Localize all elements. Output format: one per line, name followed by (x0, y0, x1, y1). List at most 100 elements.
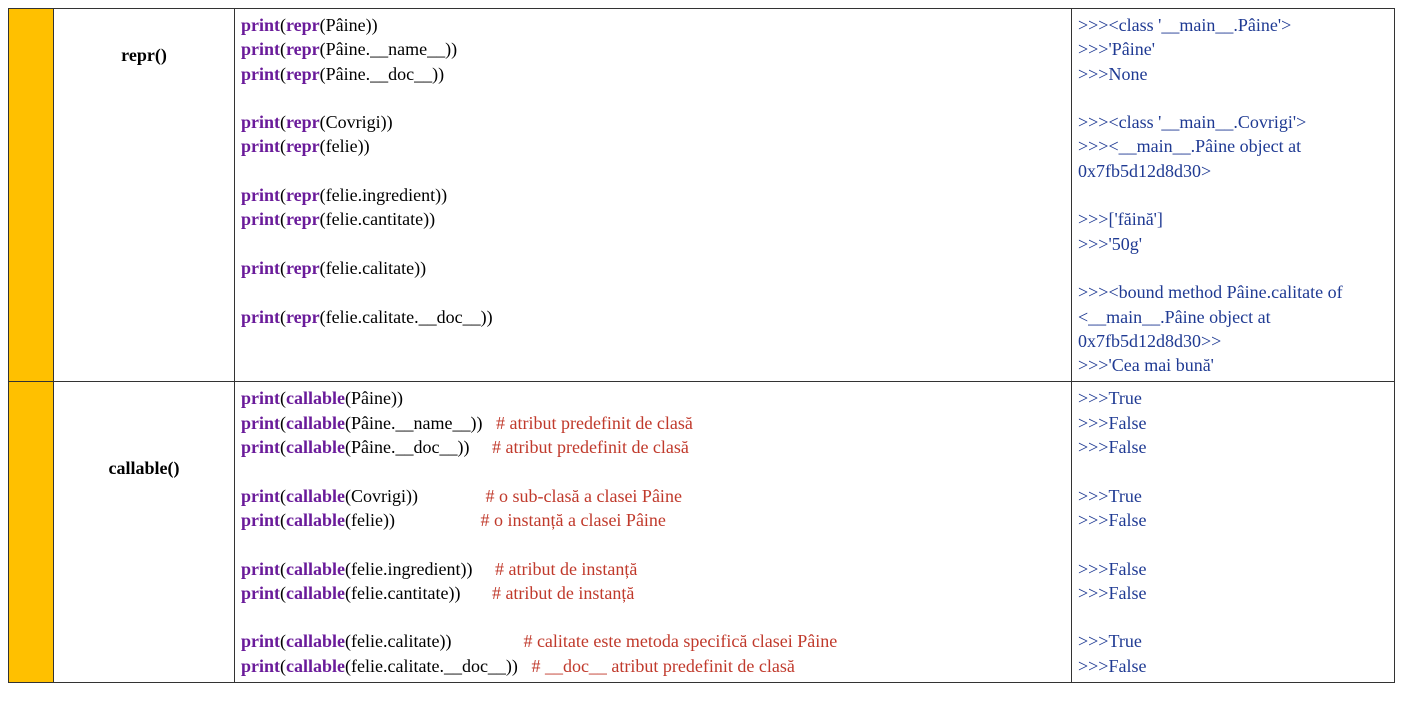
code-line (1078, 459, 1388, 483)
keyword-token: print (241, 112, 280, 132)
text-token: (Pâine.__doc__)) (320, 64, 444, 84)
output-token: >>> (1078, 209, 1108, 229)
code-line: print(repr(felie)) (241, 134, 1065, 158)
output-token: True (1108, 388, 1141, 408)
code-line: print(callable(Pâine)) (241, 386, 1065, 410)
keyword-token: repr (286, 209, 320, 229)
keyword-token: repr (286, 112, 320, 132)
function-label: repr() (54, 9, 235, 382)
code-line: print(callable(Pâine.__doc__)) # atribut… (241, 435, 1065, 459)
keyword-token: repr (286, 136, 320, 156)
keyword-token: print (241, 39, 280, 59)
output-token: <__main__.Pâine object at 0x7fb5d12d8d30… (1078, 136, 1306, 180)
code-line: print(repr(felie.calitate)) (241, 256, 1065, 280)
text-token: (felie.calitate)) (320, 258, 426, 278)
code-line: >>><bound method Pâine.calitate of <__ma… (1078, 280, 1388, 353)
text-token: (Pâine.__doc__)) (345, 437, 492, 457)
comment-token: # o instanță a clasei Pâine (480, 510, 665, 530)
output-token: >>> (1078, 39, 1108, 59)
output-token: >>> (1078, 510, 1108, 530)
output-cell: >>><class '__main__.Pâine'>>>>'Pâine'>>>… (1072, 9, 1395, 382)
output-token: >>> (1078, 388, 1108, 408)
text-token: (felie)) (345, 510, 480, 530)
code-line: print(callable(felie.calitate)) # calita… (241, 629, 1065, 653)
text-token: (Pâine)) (345, 388, 403, 408)
keyword-token: print (241, 388, 280, 408)
comment-token: # calitate este metoda specifică clasei … (523, 631, 837, 651)
code-cell: print(callable(Pâine)) print(callable(Pâi… (235, 382, 1072, 683)
output-token: >>> (1078, 64, 1108, 84)
code-cell: print(repr(Pâine))print(repr(Pâine.__nam… (235, 9, 1072, 382)
keyword-token: print (241, 258, 280, 278)
code-line: >>>False (1078, 557, 1388, 581)
output-token: False (1108, 656, 1146, 676)
output-token: >>> (1078, 15, 1108, 35)
text-token: (felie.ingredient)) (345, 559, 495, 579)
keyword-token: print (241, 15, 280, 35)
keyword-token: callable (286, 388, 345, 408)
output-token: True (1108, 486, 1141, 506)
keyword-token: print (241, 486, 280, 506)
function-label: callable() (54, 382, 235, 683)
comment-token: # atribut de instanță (495, 559, 637, 579)
code-line: >>>True (1078, 484, 1388, 508)
keyword-token: print (241, 64, 280, 84)
code-line: >>>'Pâine' (1078, 37, 1388, 61)
keyword-token: repr (286, 307, 320, 327)
code-line: print(callable(felie.calitate.__doc__)) … (241, 654, 1065, 678)
output-token: <bound method Pâine.calitate of <__main_… (1078, 282, 1347, 351)
keyword-token: print (241, 631, 280, 651)
output-token: '50g' (1108, 234, 1142, 254)
output-token: >>> (1078, 559, 1108, 579)
output-token: >>> (1078, 136, 1108, 156)
output-token: >>> (1078, 437, 1108, 457)
text-token: (felie.calitate.__doc__)) (345, 656, 531, 676)
output-token: False (1108, 583, 1146, 603)
output-token: False (1108, 559, 1146, 579)
comment-token: # __doc__ atribut predefinit de clasă (531, 656, 794, 676)
output-token: >>> (1078, 486, 1108, 506)
code-line: >>>False (1078, 654, 1388, 678)
output-token: >>> (1078, 631, 1108, 651)
code-line: >>>['făină'] (1078, 207, 1388, 231)
keyword-token: print (241, 656, 280, 676)
keyword-token: repr (286, 39, 320, 59)
code-line: >>><class '__main__.Pâine'> (1078, 13, 1388, 37)
keyword-token: print (241, 510, 280, 530)
output-token: True (1108, 631, 1141, 651)
code-line: print(repr(Covrigi)) (241, 110, 1065, 134)
code-line: print(repr(Pâine.__doc__)) (241, 62, 1065, 86)
text-token: (Pâine)) (320, 15, 378, 35)
code-line (1078, 605, 1388, 629)
output-token: >>> (1078, 413, 1108, 433)
comment-token: # atribut predefinit de clasă (496, 413, 693, 433)
code-line: >>>None (1078, 62, 1388, 86)
code-line: >>>'Cea mai bună' (1078, 353, 1388, 377)
output-token: >>> (1078, 282, 1108, 302)
output-token: <class '__main__.Pâine'> (1108, 15, 1291, 35)
text-token: (felie.ingredient)) (320, 185, 447, 205)
keyword-token: repr (286, 185, 320, 205)
code-line: print(repr(felie.cantitate)) (241, 207, 1065, 231)
keyword-token: callable (286, 583, 345, 603)
output-token: >>> (1078, 234, 1108, 254)
text-token: (Covrigi)) (345, 486, 485, 506)
code-line: >>><class '__main__.Covrigi'> (1078, 110, 1388, 134)
keyword-token: callable (286, 486, 345, 506)
code-line (241, 159, 1065, 183)
code-line (241, 605, 1065, 629)
code-line (241, 459, 1065, 483)
code-line (1078, 256, 1388, 280)
text-token: (felie.calitate)) (345, 631, 523, 651)
code-line: print(callable(felie.cantitate)) # atrib… (241, 581, 1065, 605)
output-token: <class '__main__.Covrigi'> (1108, 112, 1306, 132)
document-root: repr() print(repr(Pâine))print(repr(Pâin… (0, 0, 1403, 691)
code-line: >>>True (1078, 629, 1388, 653)
output-token: False (1108, 510, 1146, 530)
keyword-token: print (241, 413, 280, 433)
code-line: >>>False (1078, 411, 1388, 435)
comment-token: # o sub-clasă a clasei Pâine (486, 486, 682, 506)
table-row: repr() print(repr(Pâine))print(repr(Pâin… (9, 9, 1395, 382)
output-token: >>> (1078, 656, 1108, 676)
keyword-token: repr (286, 64, 320, 84)
